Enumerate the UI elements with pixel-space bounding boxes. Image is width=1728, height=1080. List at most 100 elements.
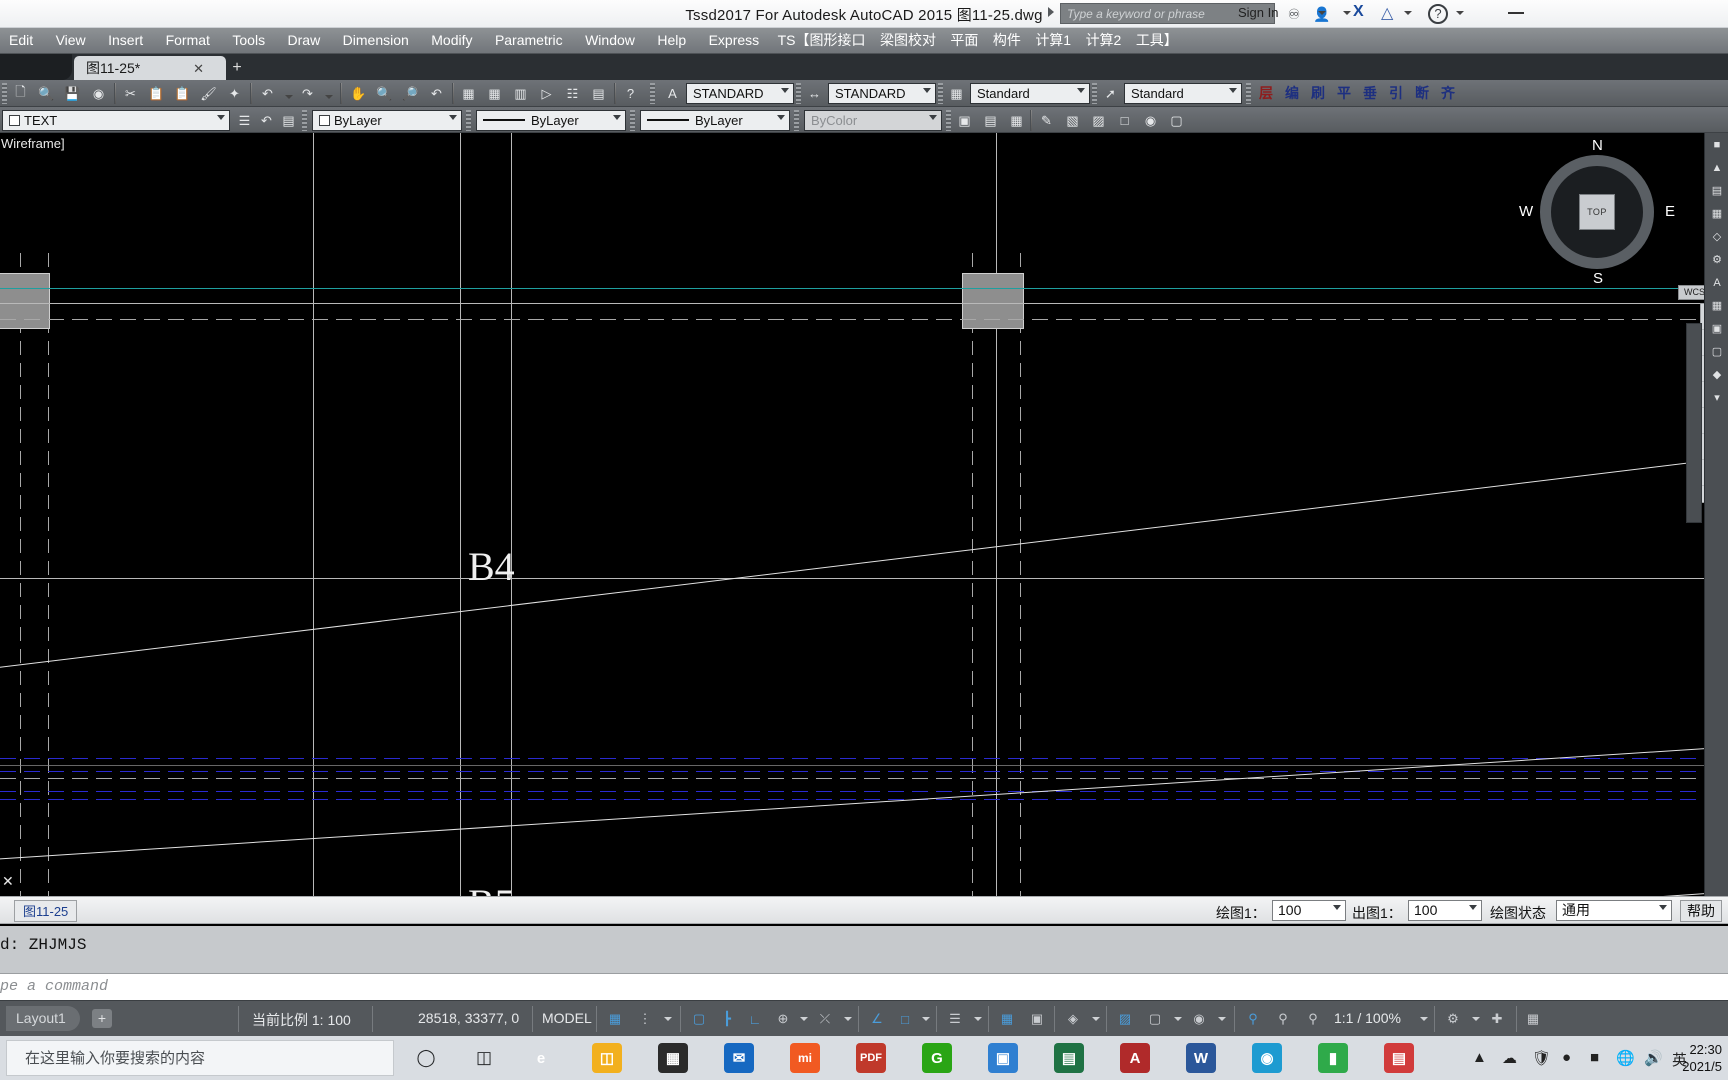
zoom-previous-icon[interactable]: ↶: [426, 83, 447, 104]
workspace-dropdown-icon[interactable]: [1472, 1017, 1480, 1021]
zoom-window-icon[interactable]: 🔎: [400, 83, 421, 104]
cn-layer-button[interactable]: 层: [1256, 84, 1276, 103]
annotation-scale-dropdown-icon[interactable]: [1218, 1017, 1226, 1021]
autodesk-a-icon[interactable]: △: [1381, 3, 1393, 23]
menu-parametric[interactable]: Parametric: [486, 28, 572, 54]
task-view-icon[interactable]: ◫: [462, 1040, 506, 1076]
polar-dropdown-icon[interactable]: [800, 1017, 808, 1021]
calculator-icon[interactable]: ▤: [588, 83, 609, 104]
command-input[interactable]: pe a command: [0, 974, 1728, 1000]
matchprop-icon[interactable]: 🖌: [198, 83, 219, 104]
file-explorer-icon[interactable]: ◫: [592, 1043, 622, 1073]
folder-blue-icon[interactable]: ▣: [988, 1043, 1018, 1073]
wechat-icon[interactable]: G: [922, 1043, 952, 1073]
table-style-icon[interactable]: ▦: [946, 83, 967, 104]
layer-isolate-icon[interactable]: ▣: [954, 110, 975, 131]
dim-style-icon[interactable]: ↔: [804, 83, 825, 104]
annotation-add-scale-icon[interactable]: ⚲: [1302, 1008, 1324, 1030]
excel-sheet-icon[interactable]: ▤: [1054, 1043, 1084, 1073]
snap-dropdown-icon[interactable]: [664, 1017, 672, 1021]
browser-icon[interactable]: ◉: [1252, 1043, 1282, 1073]
taskbar-clock[interactable]: 22:30 2021/5: [1658, 1041, 1722, 1075]
rail-more-icon[interactable]: ▾: [1705, 386, 1728, 409]
dyn-ucs-icon[interactable]: ▨: [1114, 1008, 1136, 1030]
chevron-up-icon[interactable]: ▲: [1472, 1049, 1487, 1066]
menu-component[interactable]: 构件: [988, 28, 1026, 54]
save-icon[interactable]: 💾: [62, 83, 83, 104]
otrack-dropdown-icon[interactable]: [974, 1017, 982, 1021]
menu-beam-check[interactable]: 梁图校对: [875, 28, 941, 54]
workspace-gear-icon[interactable]: ⚙: [1442, 1008, 1464, 1030]
otrack-icon[interactable]: ☰: [944, 1008, 966, 1030]
onedrive-icon[interactable]: ☁: [1502, 1049, 1517, 1067]
menu-window[interactable]: Window: [576, 28, 644, 54]
cn-edit-button[interactable]: 编: [1282, 84, 1302, 103]
annotation-scale-icon[interactable]: ◉: [1188, 1008, 1210, 1030]
grid-display-icon[interactable]: ▦: [604, 1008, 626, 1030]
usb-icon[interactable]: ●: [1562, 1049, 1571, 1066]
undo-icon[interactable]: ↶: [257, 83, 278, 104]
blockeditor-icon[interactable]: ✦: [224, 83, 245, 104]
network-icon[interactable]: 🌐: [1616, 1049, 1635, 1067]
pan-icon[interactable]: ✋: [348, 83, 369, 104]
table-style-combo[interactable]: Standard: [970, 83, 1090, 104]
plot-icon[interactable]: ◉: [88, 83, 109, 104]
application-menu-area[interactable]: [0, 54, 72, 80]
draw-scale-combo[interactable]: 100: [1272, 900, 1346, 921]
zoom-realtime-icon[interactable]: 🔍: [374, 83, 395, 104]
open-icon[interactable]: 🔍: [36, 83, 57, 104]
new-tab-icon[interactable]: +: [228, 59, 246, 77]
menu-ts-graphics-interface[interactable]: TS【图形接口: [773, 28, 871, 54]
rail-close-icon[interactable]: ■: [1705, 133, 1728, 156]
lineweight-combo[interactable]: ByLayer: [640, 110, 790, 131]
mi-icon[interactable]: mi: [790, 1043, 820, 1073]
cut-icon[interactable]: ✂: [120, 83, 141, 104]
rail-extra-icon[interactable]: ◆: [1705, 363, 1728, 386]
menu-help[interactable]: Help: [648, 28, 695, 54]
selection-cycling-icon[interactable]: ◈: [1062, 1008, 1084, 1030]
layer-merge-icon[interactable]: ◉: [1140, 110, 1161, 131]
lineweight-icon[interactable]: ▦: [996, 1008, 1018, 1030]
redo-icon[interactable]: ↷: [297, 83, 318, 104]
coordinates-display[interactable]: 28518, 33377, 0: [418, 1010, 519, 1026]
layer-delete-icon[interactable]: ▢: [1166, 110, 1187, 131]
annotation-visibility-icon[interactable]: ⚲: [1242, 1008, 1264, 1030]
menu-express[interactable]: Express: [700, 28, 769, 54]
autocad-icon[interactable]: A: [1120, 1043, 1150, 1073]
layer-lock-icon[interactable]: ▧: [1062, 110, 1083, 131]
mleader-style-icon[interactable]: ➚: [1100, 83, 1121, 104]
layer-walk-icon[interactable]: □: [1114, 110, 1135, 131]
rail-props-icon[interactable]: ▦: [1705, 202, 1728, 225]
annotation-scale-value[interactable]: 1:1 / 100%: [1334, 1010, 1401, 1026]
3d-osnap-icon[interactable]: □: [894, 1008, 916, 1030]
rail-tool-icon[interactable]: ⚙: [1705, 248, 1728, 271]
menu-modify[interactable]: Modify: [422, 28, 481, 54]
undo-dropdown-icon[interactable]: [285, 95, 293, 99]
osnap-dropdown-icon[interactable]: [844, 1017, 852, 1021]
layout-tab-layout1[interactable]: Layout1: [6, 1006, 80, 1031]
sheetset-icon[interactable]: ▷: [536, 83, 557, 104]
redo-dropdown-icon[interactable]: [325, 95, 333, 99]
polar-tracking-icon[interactable]: ∟: [744, 1008, 766, 1030]
plot-scale-combo[interactable]: 100: [1408, 900, 1482, 921]
snap-mode-icon[interactable]: ⋮: [634, 1008, 656, 1030]
pdf-icon[interactable]: PDF: [856, 1043, 886, 1073]
menu-edit[interactable]: Edit: [0, 28, 42, 54]
file-tab-active[interactable]: 图11-25* ✕: [74, 56, 226, 80]
toolpalettes-icon[interactable]: ▥: [510, 83, 531, 104]
mleader-style-combo[interactable]: Standard: [1124, 83, 1242, 104]
red-app-icon[interactable]: ▤: [1384, 1043, 1414, 1073]
help-button[interactable]: 帮助: [1680, 900, 1722, 922]
cn-leader-button[interactable]: 引: [1386, 84, 1406, 103]
paste-icon[interactable]: 📋: [172, 83, 193, 104]
color-combo[interactable]: ByLayer: [312, 110, 462, 131]
hardware-accel-icon[interactable]: ▦: [1522, 1008, 1544, 1030]
add-layout-icon[interactable]: +: [92, 1009, 112, 1028]
layer-unlock-icon[interactable]: ▨: [1088, 110, 1109, 131]
cn-align-button[interactable]: 齐: [1438, 84, 1458, 103]
menu-view[interactable]: View: [47, 28, 95, 54]
exchange-x-icon[interactable]: X: [1353, 3, 1364, 21]
infer-constraints-icon[interactable]: ▢: [688, 1008, 710, 1030]
cn-brush-button[interactable]: 刷: [1308, 84, 1328, 103]
transparency-icon[interactable]: ▣: [1026, 1008, 1048, 1030]
